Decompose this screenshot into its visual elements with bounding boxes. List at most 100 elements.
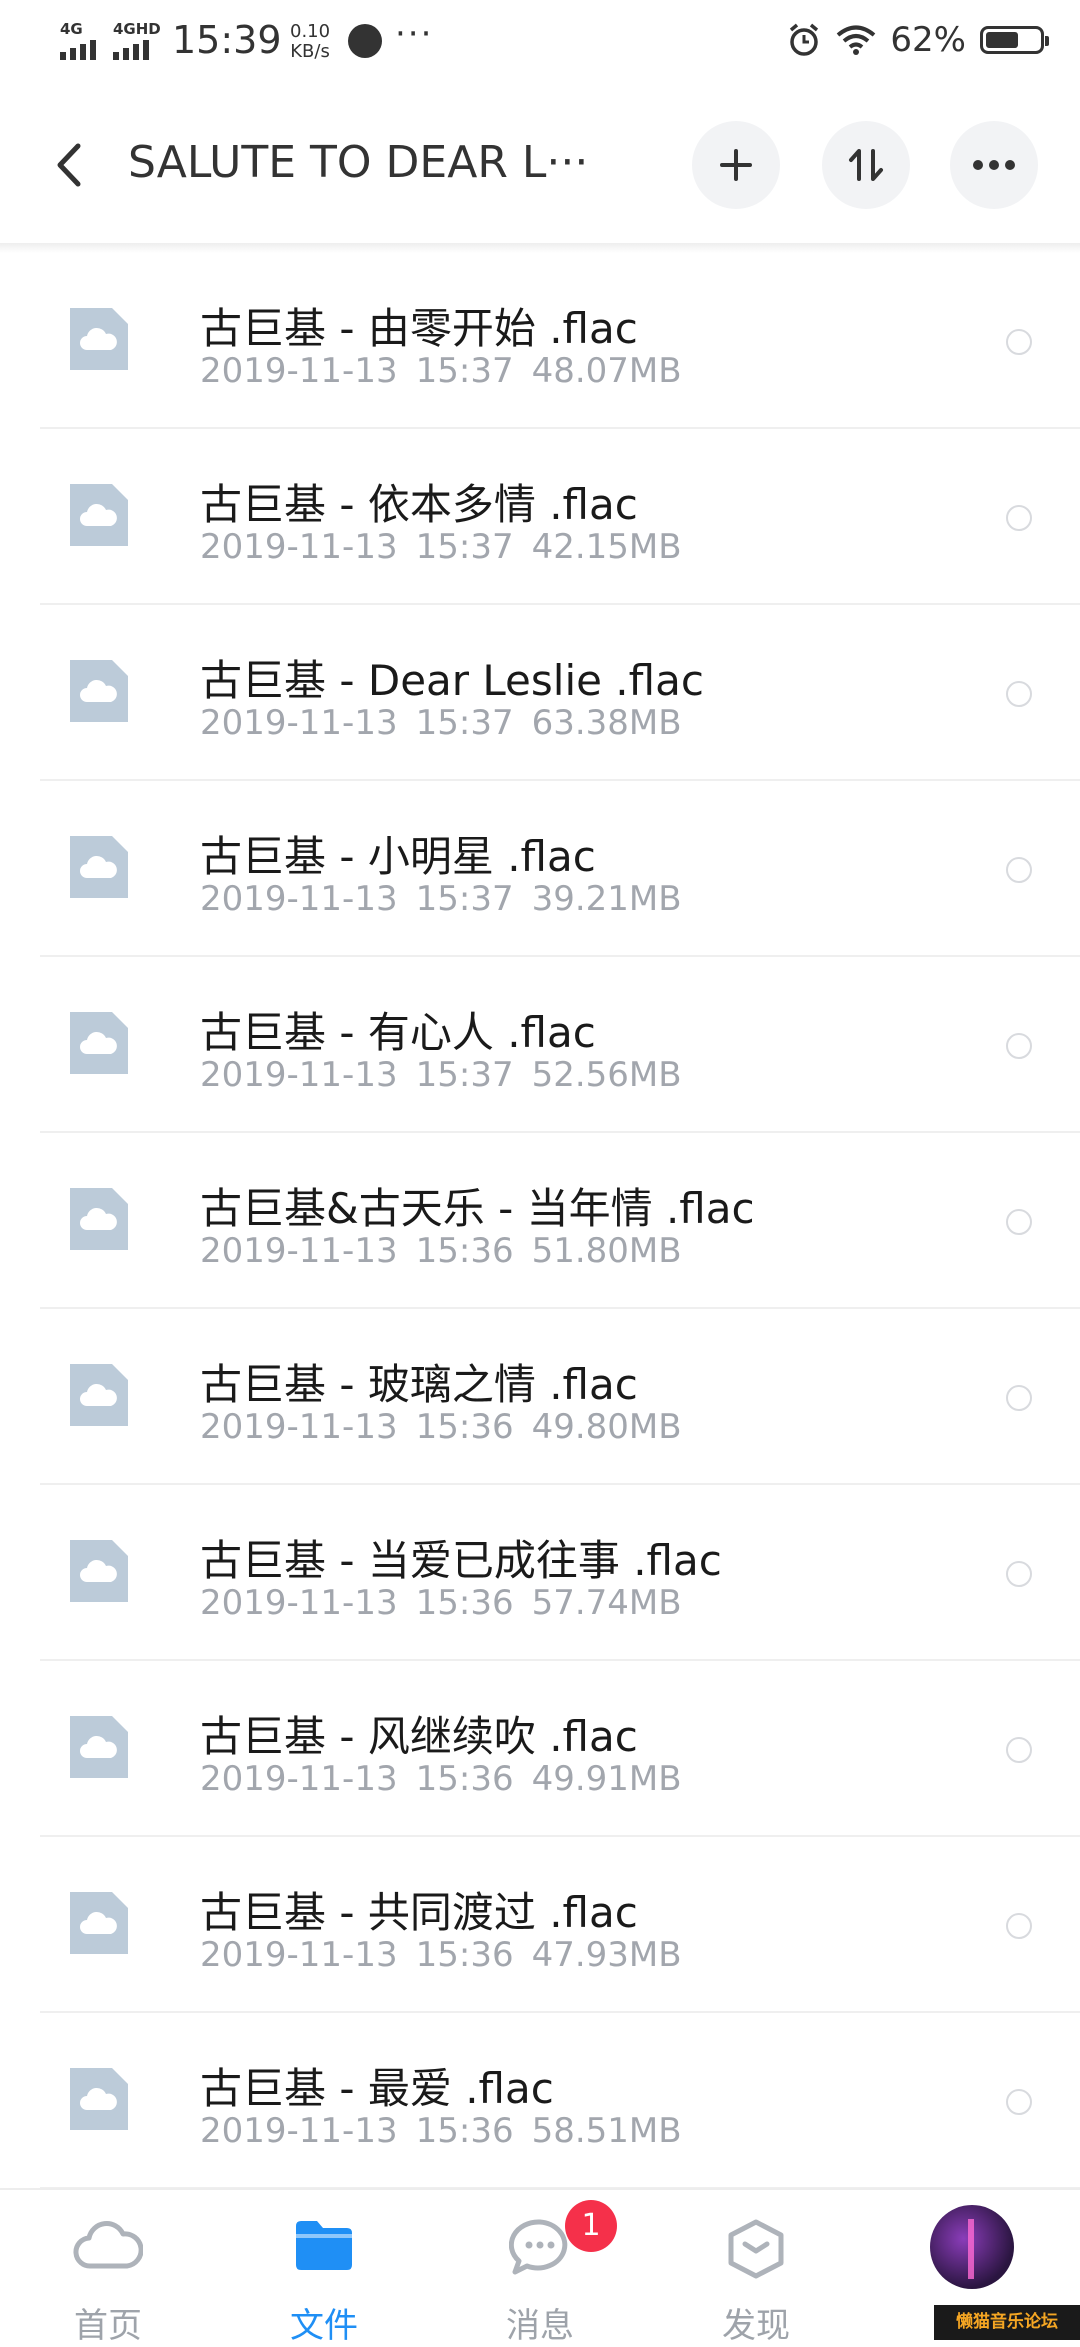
file-name: 古巨基 - 有心人 .flac	[200, 1008, 596, 1057]
nav-files[interactable]: 文件	[216, 2190, 432, 2346]
file-meta: 2019-11-13 15:37 42.15MB	[200, 527, 682, 567]
file-row[interactable]: 古巨基&古天乐 - 当年情 .flac 2019-11-13 15:36 51.80M…	[0, 1133, 1080, 1309]
file-name: 古巨基 - Dear Leslie .flac	[200, 656, 704, 705]
chat-bubble-icon	[509, 2219, 568, 2275]
file-time: 15:36	[415, 1407, 514, 1447]
select-checkbox[interactable]	[1006, 1033, 1032, 1059]
select-checkbox[interactable]	[1006, 1385, 1032, 1411]
nav-discover[interactable]: 发现	[648, 2190, 864, 2346]
battery-icon	[980, 26, 1049, 54]
file-date: 2019-11-13	[200, 1583, 398, 1623]
more-dots-icon	[973, 160, 1015, 170]
nav-home[interactable]: 首页	[0, 2190, 216, 2346]
select-checkbox[interactable]	[1006, 1737, 1032, 1763]
file-row[interactable]: 古巨基 - 由零开始 .flac 2019-11-13 15:37 48.07MB	[0, 253, 1080, 429]
file-size: 51.80MB	[531, 1231, 682, 1271]
select-checkbox[interactable]	[1006, 1913, 1032, 1939]
more-notifications-indicator: ···	[395, 14, 434, 54]
file-time: 15:37	[415, 703, 514, 743]
nav-messages[interactable]: 消息	[432, 2190, 648, 2346]
file-size: 52.56MB	[531, 1055, 682, 1095]
file-meta: 2019-11-13 15:36 58.51MB	[200, 2111, 682, 2151]
more-options-button[interactable]	[950, 121, 1038, 209]
network-type-sim2: 4GHD	[113, 20, 161, 38]
file-row[interactable]: 古巨基 - Dear Leslie .flac 2019-11-13 15:37 63…	[0, 605, 1080, 781]
file-cloud-icon	[70, 308, 128, 370]
file-name: 古巨基 - 风继续吹 .flac	[200, 1712, 638, 1761]
file-name: 古巨基&古天乐 - 当年情 .flac	[200, 1184, 755, 1233]
message-count-badge: 1	[565, 2200, 617, 2252]
file-name: 古巨基 - 由零开始 .flac	[200, 304, 638, 353]
file-size: 48.07MB	[531, 351, 682, 391]
file-time: 15:36	[415, 1583, 514, 1623]
network-speed-unit: KB/s	[290, 41, 330, 62]
discover-hexagon-icon	[728, 2219, 784, 2279]
file-size: 49.91MB	[531, 1759, 682, 1799]
select-checkbox[interactable]	[1006, 1209, 1032, 1235]
file-name: 古巨基 - 依本多情 .flac	[200, 480, 638, 529]
file-date: 2019-11-13	[200, 1231, 398, 1271]
file-row[interactable]: 古巨基 - 依本多情 .flac 2019-11-13 15:37 42.15MB	[0, 429, 1080, 605]
file-row[interactable]: 古巨基 - 当爱已成往事 .flac 2019-11-13 15:36 57.74MB	[0, 1485, 1080, 1661]
file-cloud-icon	[70, 836, 128, 898]
top-app-bar: SALUTE TO DEAR L···	[0, 95, 1080, 243]
battery-percentage: 62%	[890, 20, 966, 60]
file-name: 古巨基 - 玻璃之情 .flac	[200, 1360, 638, 1409]
file-size: 42.15MB	[531, 527, 682, 567]
select-checkbox[interactable]	[1006, 681, 1032, 707]
select-checkbox[interactable]	[1006, 2089, 1032, 2115]
file-time: 15:37	[415, 1055, 514, 1095]
folder-title: SALUTE TO DEAR L···	[128, 137, 589, 188]
file-date: 2019-11-13	[200, 1935, 398, 1975]
file-size: 39.21MB	[531, 879, 682, 919]
file-meta: 2019-11-13 15:36 47.93MB	[200, 1935, 682, 1975]
select-checkbox[interactable]	[1006, 505, 1032, 531]
file-date: 2019-11-13	[200, 351, 398, 391]
file-meta: 2019-11-13 15:37 63.38MB	[200, 703, 682, 743]
file-cloud-icon	[70, 2068, 128, 2130]
file-time: 15:36	[415, 1231, 514, 1271]
file-meta: 2019-11-13 15:36 49.80MB	[200, 1407, 682, 1447]
avatar[interactable]	[930, 2205, 1014, 2289]
add-button[interactable]	[692, 121, 780, 209]
file-meta: 2019-11-13 15:37 39.21MB	[200, 879, 682, 919]
file-time: 15:37	[415, 879, 514, 919]
file-cloud-icon	[70, 1012, 128, 1074]
file-size: 47.93MB	[531, 1935, 682, 1975]
file-name: 古巨基 - 当爱已成往事 .flac	[200, 1536, 722, 1585]
bottom-navigation: 首页 文件 消息 发现	[0, 2188, 1080, 2346]
file-row[interactable]: 古巨基 - 玻璃之情 .flac 2019-11-13 15:36 49.80MB	[0, 1309, 1080, 1485]
network-speed-value: 0.10	[290, 21, 331, 42]
file-time: 15:37	[415, 527, 514, 567]
folder-icon	[296, 2221, 352, 2270]
file-name: 古巨基 - 共同渡过 .flac	[200, 1888, 638, 1937]
file-name: 古巨基 - 最爱 .flac	[200, 2064, 554, 2113]
file-date: 2019-11-13	[200, 1055, 398, 1095]
select-checkbox[interactable]	[1006, 857, 1032, 883]
battery-fill	[986, 32, 1018, 48]
select-checkbox[interactable]	[1006, 329, 1032, 355]
file-row[interactable]: 古巨基 - 有心人 .flac 2019-11-13 15:37 52.56MB	[0, 957, 1080, 1133]
file-meta: 2019-11-13 15:36 57.74MB	[200, 1583, 682, 1623]
cloud-icon	[73, 2221, 143, 2269]
file-row[interactable]: 古巨基 - 共同渡过 .flac 2019-11-13 15:36 47.93MB	[0, 1837, 1080, 2013]
file-date: 2019-11-13	[200, 1407, 398, 1447]
back-arrow-icon[interactable]	[50, 140, 90, 190]
file-time: 15:36	[415, 2111, 514, 2151]
watermark-logo: 懒猫音乐论坛	[934, 2305, 1080, 2340]
file-size: 58.51MB	[531, 2111, 682, 2151]
file-size: 57.74MB	[531, 1583, 682, 1623]
file-row[interactable]: 古巨基 - 最爱 .flac 2019-11-13 15:36 58.51MB	[0, 2013, 1080, 2189]
file-row[interactable]: 古巨基 - 风继续吹 .flac 2019-11-13 15:36 49.91MB	[0, 1661, 1080, 1837]
file-meta: 2019-11-13 15:37 52.56MB	[200, 1055, 682, 1095]
file-size: 63.38MB	[531, 703, 682, 743]
file-cloud-icon	[70, 1188, 128, 1250]
file-row[interactable]: 古巨基 - 小明星 .flac 2019-11-13 15:37 39.21MB	[0, 781, 1080, 957]
file-meta: 2019-11-13 15:36 49.91MB	[200, 1759, 682, 1799]
file-time: 15:36	[415, 1759, 514, 1799]
file-cloud-icon	[70, 660, 128, 722]
sort-button[interactable]	[822, 121, 910, 209]
select-checkbox[interactable]	[1006, 1561, 1032, 1587]
file-time: 15:36	[415, 1935, 514, 1975]
file-date: 2019-11-13	[200, 2111, 398, 2151]
